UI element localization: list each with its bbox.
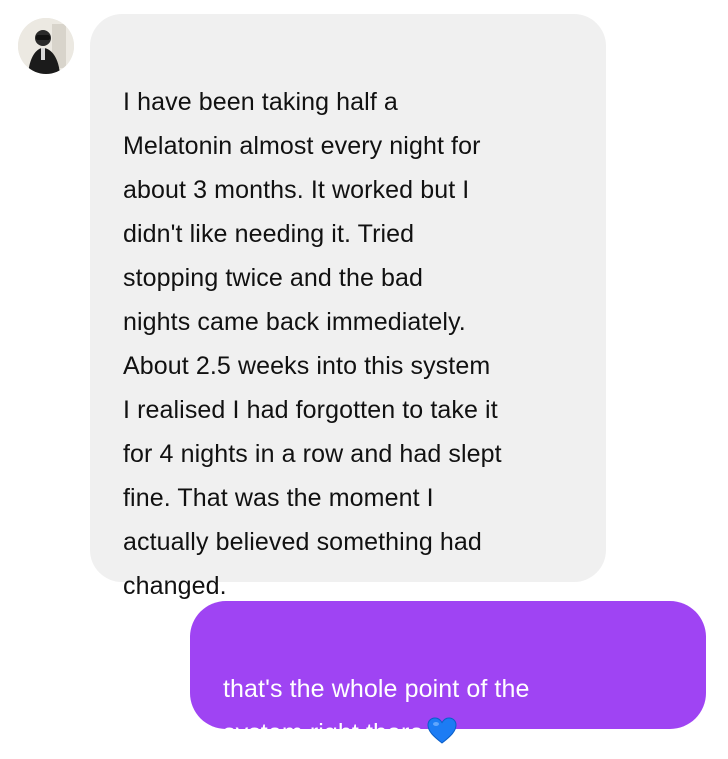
outgoing-message-bubble[interactable]: that's the whole point of the system rig… [190, 601, 706, 747]
contact-avatar[interactable] [18, 18, 74, 74]
blue-heart-icon [427, 715, 457, 759]
incoming-message-text: I have been taking half a Melatonin almo… [123, 88, 502, 600]
outgoing-message-text: that's the whole point of the system rig… [223, 675, 530, 747]
user-avatar-icon [18, 18, 74, 74]
incoming-message-bubble[interactable]: I have been taking half a Melatonin almo… [90, 14, 606, 600]
